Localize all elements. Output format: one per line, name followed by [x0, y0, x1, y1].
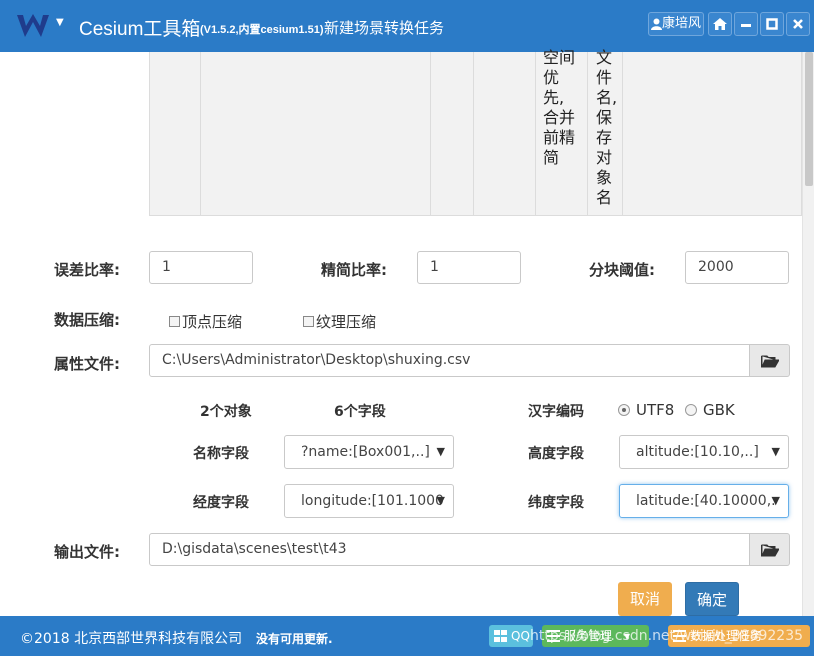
table-cell: 空间优先,合并前精简	[543, 48, 576, 167]
watermark-text: https://blog.csdn.net/weixin_38892235	[530, 628, 804, 644]
checkbox-box[interactable]	[169, 316, 180, 327]
minimize-button[interactable]	[734, 12, 758, 36]
maximize-button[interactable]	[760, 12, 784, 36]
encoding-option-gbk: GBK	[703, 401, 735, 419]
user-button[interactable]: 康培风	[648, 12, 704, 36]
height-field-label: 高度字段	[528, 446, 584, 462]
caret-down-icon: ▼	[436, 494, 445, 507]
error-ratio-input[interactable]: 1	[149, 251, 253, 284]
vertex-compression-label: 顶点压缩	[182, 313, 243, 331]
lat-field-select[interactable]: latitude:[40.10000,. ▼	[619, 484, 789, 518]
window-subtitle: 新建场景转换任务	[324, 19, 445, 37]
table-col-divider	[430, 52, 431, 216]
name-field-value: ?name:[Box001,..]	[301, 444, 430, 460]
vertex-compression-checkbox[interactable]: 顶点压缩	[169, 311, 242, 332]
minimize-icon	[741, 23, 751, 27]
caret-down-icon: ▼	[771, 445, 780, 458]
caret-down-icon: ▼	[771, 494, 780, 507]
folder-open-icon	[761, 355, 779, 368]
qq-label: QQ	[511, 629, 530, 643]
texture-compression-label: 纹理压缩	[316, 313, 377, 331]
encoding-label: 汉字编码	[528, 404, 584, 420]
copyright-text: ©2018 北京西部世界科技有限公司	[20, 631, 243, 647]
name-field-select[interactable]: ?name:[Box001,..] ▼	[284, 435, 454, 469]
output-file-label: 输出文件:	[54, 543, 120, 561]
user-icon	[650, 18, 662, 30]
tile-threshold-input[interactable]: 2000	[685, 251, 789, 284]
vertical-scrollbar[interactable]	[802, 52, 814, 616]
error-ratio-label: 误差比率:	[54, 261, 120, 279]
table-col-divider	[473, 52, 474, 216]
radio-dot[interactable]	[685, 404, 697, 416]
cancel-button[interactable]: 取消	[618, 582, 672, 616]
attr-file-input[interactable]: C:\Users\Administrator\Desktop\shuxing.c…	[149, 344, 750, 377]
table-col-divider	[535, 52, 536, 216]
attr-file-browse-button[interactable]	[750, 344, 790, 377]
encoding-option-utf8: UTF8	[636, 401, 675, 419]
compression-label: 数据压缩:	[54, 311, 120, 329]
scrollbar-thumb[interactable]	[805, 52, 813, 186]
qq-icon	[494, 630, 507, 642]
close-icon	[793, 18, 803, 29]
lat-field-value: latitude:[40.10000,.	[636, 493, 776, 509]
table-col-divider	[622, 52, 623, 216]
encoding-utf8-radio[interactable]: UTF8	[618, 401, 674, 419]
field-count: 6个字段	[334, 404, 386, 420]
maximize-icon	[766, 17, 778, 30]
caret-down-icon: ▼	[436, 445, 445, 458]
output-file-input[interactable]: D:\gisdata\scenes\test\t43	[149, 533, 750, 566]
simplify-ratio-input[interactable]: 1	[417, 251, 521, 284]
height-field-value: altitude:[10.10,..]	[636, 444, 759, 460]
attr-file-label: 属性文件:	[54, 355, 120, 373]
lon-field-label: 经度字段	[193, 495, 249, 511]
home-icon	[713, 17, 727, 30]
name-field-label: 名称字段	[193, 446, 249, 462]
field-table: 空间优先,合并前精简 文件名,保存对象名	[149, 48, 802, 216]
close-button[interactable]	[786, 12, 810, 36]
table-col-divider	[587, 52, 588, 216]
user-name: 康培风	[661, 16, 701, 31]
app-version: (V1.5.2,内置cesium1.51)	[200, 24, 324, 36]
ok-button[interactable]: 确定	[685, 582, 739, 616]
app-title: Cesium工具箱	[79, 19, 201, 40]
lon-field-value: longitude:[101.1000	[301, 493, 444, 509]
object-count: 2个对象	[200, 404, 252, 420]
radio-dot[interactable]	[618, 404, 630, 416]
simplify-ratio-label: 精简比率:	[321, 261, 387, 279]
home-button[interactable]	[708, 12, 732, 36]
app-menu-chevron-down-icon[interactable]: ▼	[56, 17, 64, 28]
status-bar: ©2018 北京西部世界科技有限公司 没有可用更新. QQ 服务管理 ▾ 数据处理…	[0, 616, 814, 656]
checkbox-box[interactable]	[303, 316, 314, 327]
texture-compression-checkbox[interactable]: 纹理压缩	[303, 311, 376, 332]
lat-field-label: 纬度字段	[528, 495, 584, 511]
lon-field-select[interactable]: longitude:[101.1000 ▼	[284, 484, 454, 518]
update-status: 没有可用更新.	[256, 632, 333, 646]
table-col-divider	[200, 52, 201, 216]
encoding-gbk-radio[interactable]: GBK	[685, 401, 735, 419]
height-field-select[interactable]: altitude:[10.10,..] ▼	[619, 435, 789, 469]
output-file-browse-button[interactable]	[750, 533, 790, 566]
app-logo-icon[interactable]	[16, 12, 50, 40]
folder-open-icon	[761, 544, 779, 557]
title-bar: ▼ Cesium工具箱 (V1.5.2,内置cesium1.51) 新建场景转换…	[0, 0, 814, 52]
qq-button[interactable]: QQ	[489, 625, 533, 647]
table-cell: 文件名,保存对象名	[596, 48, 618, 207]
tile-threshold-label: 分块阈值:	[589, 261, 655, 279]
